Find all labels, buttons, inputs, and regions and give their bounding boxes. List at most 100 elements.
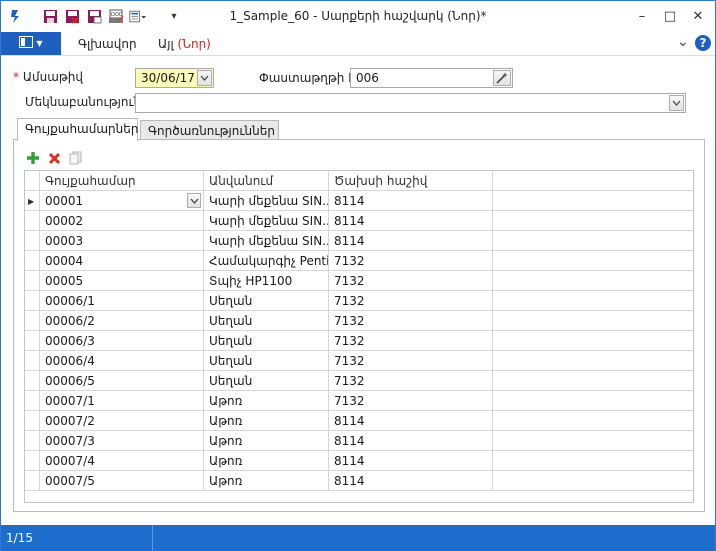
cell-name[interactable]: Սեղան: [204, 351, 329, 371]
menu-home[interactable]: Գլխավոր: [78, 37, 137, 51]
cell-code[interactable]: 00006/2: [40, 311, 204, 331]
comment-dropdown-button[interactable]: [669, 95, 684, 111]
row-indicator[interactable]: ▶: [25, 191, 40, 211]
row-indicator[interactable]: [25, 411, 40, 431]
row-indicator[interactable]: [25, 251, 40, 271]
cell-name[interactable]: Սեղան: [204, 331, 329, 351]
column-header-code[interactable]: Գույքահամար: [40, 171, 204, 191]
cell-name[interactable]: Աթոռ: [204, 431, 329, 451]
tab-operations[interactable]: Գործառնություններ: [140, 120, 279, 140]
comment-field[interactable]: [135, 93, 686, 113]
column-header-name[interactable]: Անվանում: [204, 171, 329, 191]
cell-name[interactable]: Սեղան: [204, 371, 329, 391]
table-row[interactable]: 00006/2 Սեղան 7132: [25, 311, 693, 331]
row-indicator[interactable]: [25, 471, 40, 491]
cell-name[interactable]: Կարի մեքենա SIN...: [204, 191, 329, 211]
cell-account[interactable]: 8114: [329, 431, 493, 451]
cell-account[interactable]: 7132: [329, 251, 493, 271]
cell-name[interactable]: Աթոռ: [204, 471, 329, 491]
table-row[interactable]: 00007/4 Աթոռ 8114: [25, 451, 693, 471]
cell-name[interactable]: Աթոռ: [204, 391, 329, 411]
cell-account[interactable]: 8114: [329, 411, 493, 431]
cell-name[interactable]: Կարի մեքենա SIN...: [204, 211, 329, 231]
table-row[interactable]: 00005 Տպիչ HP1100 7132: [25, 271, 693, 291]
table-row[interactable]: 00006/5 Սեղան 7132: [25, 371, 693, 391]
cell-account[interactable]: 7132: [329, 271, 493, 291]
row-indicator[interactable]: [25, 431, 40, 451]
table-row[interactable]: 00007/5 Աթոռ 8114: [25, 471, 693, 491]
cell-name[interactable]: Աթոռ: [204, 451, 329, 471]
cell-name[interactable]: Համակարգիչ Penti...: [204, 251, 329, 271]
cell-code[interactable]: 00007/3: [40, 431, 204, 451]
delete-row-button[interactable]: [46, 150, 62, 166]
cell-account[interactable]: 7132: [329, 331, 493, 351]
row-indicator[interactable]: [25, 351, 40, 371]
cell-name[interactable]: Սեղան: [204, 311, 329, 331]
menu-other[interactable]: Այլ (Նոր): [158, 37, 211, 51]
cell-code[interactable]: 00006/4: [40, 351, 204, 371]
cell-account[interactable]: 7132: [329, 391, 493, 411]
cell-name-text: Կարի մեքենա SIN...: [209, 194, 329, 208]
main-menu-button[interactable]: ▼: [1, 32, 61, 55]
cell-code[interactable]: 00007/4: [40, 451, 204, 471]
cell-account[interactable]: 7132: [329, 371, 493, 391]
table-row[interactable]: 00004 Համակարգիչ Penti... 7132: [25, 251, 693, 271]
cell-code[interactable]: 00005: [40, 271, 204, 291]
cell-code[interactable]: 00007/1: [40, 391, 204, 411]
table-row[interactable]: 00007/3 Աթոռ 8114: [25, 431, 693, 451]
cell-code[interactable]: 00006/3: [40, 331, 204, 351]
table-row[interactable]: 00003 Կարի մեքենա SIN... 8114: [25, 231, 693, 251]
help-icon[interactable]: ?: [695, 35, 711, 51]
cell-code[interactable]: 00006/5: [40, 371, 204, 391]
date-field[interactable]: 30/06/17: [135, 68, 214, 88]
tab-assets[interactable]: Գույքահամարներ: [17, 118, 138, 141]
code-dropdown-button[interactable]: [187, 193, 201, 208]
cell-account[interactable]: 7132: [329, 311, 493, 331]
table-row[interactable]: 00007/1 Աթոռ 7132: [25, 391, 693, 411]
maximize-button[interactable]: □: [657, 5, 683, 27]
cell-account[interactable]: 8114: [329, 471, 493, 491]
row-indicator[interactable]: [25, 331, 40, 351]
row-indicator[interactable]: [25, 391, 40, 411]
cell-account[interactable]: 8114: [329, 191, 493, 211]
date-picker-button[interactable]: [197, 70, 212, 86]
row-indicator[interactable]: [25, 271, 40, 291]
cell-code[interactable]: 00002: [40, 211, 204, 231]
cell-name[interactable]: Սեղան: [204, 291, 329, 311]
table-row[interactable]: ▶ 00001 Կարի մեքենա SIN... 8114: [25, 191, 693, 211]
add-row-button[interactable]: [25, 150, 41, 166]
row-indicator[interactable]: [25, 451, 40, 471]
cell-code[interactable]: 00007/2: [40, 411, 204, 431]
cell-name[interactable]: Աթոռ: [204, 411, 329, 431]
chevron-down-icon: [200, 75, 209, 81]
doc-number-field[interactable]: 006: [350, 68, 513, 88]
row-indicator[interactable]: [25, 371, 40, 391]
row-indicator[interactable]: [25, 211, 40, 231]
table-row[interactable]: 00006/1 Սեղան 7132: [25, 291, 693, 311]
cell-code[interactable]: 00001: [40, 191, 204, 211]
doc-number-generate-button[interactable]: [493, 70, 511, 86]
row-indicator[interactable]: [25, 231, 40, 251]
cell-account[interactable]: 8114: [329, 231, 493, 251]
cell-code[interactable]: 00003: [40, 231, 204, 251]
cell-name[interactable]: Կարի մեքենա SIN...: [204, 231, 329, 251]
collapse-ribbon-icon[interactable]: ⌄: [677, 34, 689, 50]
table-row[interactable]: 00007/2 Աթոռ 8114: [25, 411, 693, 431]
cell-name[interactable]: Տպիչ HP1100: [204, 271, 329, 291]
cell-code[interactable]: 00007/5: [40, 471, 204, 491]
column-header-account[interactable]: Ծախսի հաշիվ: [329, 171, 493, 191]
close-button[interactable]: ✕: [685, 5, 711, 27]
row-indicator[interactable]: [25, 311, 40, 331]
cell-account[interactable]: 7132: [329, 351, 493, 371]
cell-account[interactable]: 8114: [329, 211, 493, 231]
cell-code[interactable]: 00004: [40, 251, 204, 271]
cell-account[interactable]: 8114: [329, 451, 493, 471]
table-row[interactable]: 00002 Կարի մեքենա SIN... 8114: [25, 211, 693, 231]
table-row[interactable]: 00006/3 Սեղան 7132: [25, 331, 693, 351]
cell-account[interactable]: 7132: [329, 291, 493, 311]
cell-code[interactable]: 00006/1: [40, 291, 204, 311]
row-indicator[interactable]: [25, 291, 40, 311]
table-row[interactable]: 00006/4 Սեղան 7132: [25, 351, 693, 371]
minimize-button[interactable]: –: [629, 5, 655, 27]
copy-row-button[interactable]: [67, 150, 83, 166]
